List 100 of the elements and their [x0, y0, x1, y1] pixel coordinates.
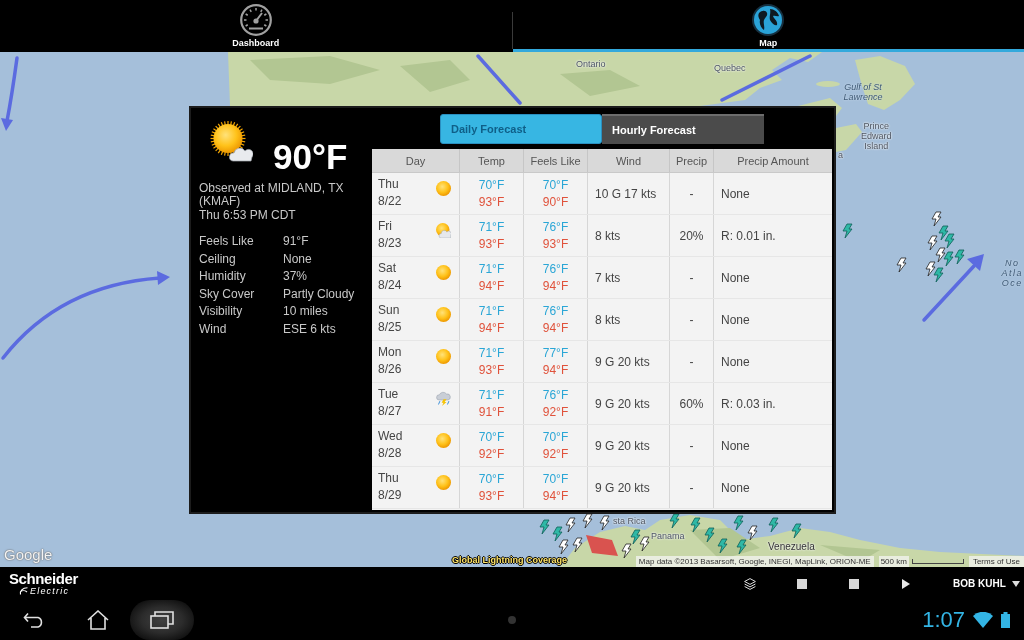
detail-value: Partly Cloudy: [283, 285, 355, 303]
lightning-icon: [747, 525, 758, 541]
precip-amount: None: [721, 312, 750, 327]
detail-value: None: [283, 250, 312, 268]
map-label: Venezuela: [768, 542, 815, 552]
wind-speed: 10 G 17 kts: [595, 186, 657, 201]
lightning-icon: [630, 529, 641, 545]
high-temperature: 91°F: [478, 403, 505, 421]
battery-icon: [1001, 612, 1010, 628]
play-icon: [902, 578, 910, 589]
precip-chance: -: [689, 438, 694, 453]
lightning-icon: [927, 235, 938, 251]
precip-amount: None: [721, 438, 750, 453]
precip-amount: None: [721, 480, 750, 495]
lightning-icon: [791, 523, 802, 539]
map-label: Quebec: [714, 63, 746, 73]
lightning-icon: [768, 517, 779, 533]
layers-icon: [744, 577, 756, 590]
precip-chance: -: [689, 186, 694, 201]
date: 8/25: [378, 319, 402, 336]
feels-like-high: 92°F: [542, 403, 569, 421]
column-header: Feels Like: [530, 154, 581, 167]
lightning-icon: [925, 261, 936, 277]
date: 8/28: [378, 445, 402, 462]
sun-icon: [436, 265, 451, 280]
day-name: Wed: [378, 428, 403, 445]
dot-icon: [508, 616, 516, 624]
forecast-tab[interactable]: Hourly Forecast: [602, 114, 764, 144]
day-name: Tue: [378, 386, 399, 403]
wifi-icon: [973, 612, 993, 628]
wind-speed: 7 kts: [595, 270, 621, 285]
low-temperature: 70°F: [478, 176, 505, 194]
low-temperature: 70°F: [478, 428, 505, 446]
precip-amount: None: [721, 186, 750, 201]
precip-chance: -: [689, 480, 694, 495]
precip-chance: -: [689, 312, 694, 327]
lightning-icon: [933, 267, 944, 283]
lightning-icon: [733, 515, 744, 531]
lightning-icon: [572, 537, 583, 553]
day-name: Sun: [378, 302, 400, 319]
precip-amount: R: 0.03 in.: [721, 396, 776, 411]
map-label: Gulf of St Lawrence: [842, 82, 884, 102]
low-temperature: 71°F: [478, 260, 505, 278]
map-attribution: Map data ©2013 Basarsoft, Google, INEGI, MapLink, ORION-ME: [635, 556, 874, 567]
detail-label: Visibility: [199, 303, 243, 321]
lightning-icon: [669, 513, 680, 529]
map-logo: Google: [4, 546, 53, 563]
detail-value: ESE 6 kts: [283, 320, 336, 338]
feels-like-low: 76°F: [542, 386, 569, 404]
map-label: sta Rica: [613, 516, 646, 526]
detail-label: Ceiling: [199, 250, 236, 268]
day-name: Sat: [378, 260, 396, 277]
observation-time: Thu 6:53 PM CDT: [199, 208, 296, 223]
high-temperature: 94°F: [478, 277, 505, 295]
high-temperature: 93°F: [478, 487, 505, 505]
day-name: Fri: [378, 218, 392, 235]
sun-icon: [436, 307, 451, 322]
map-label: No Atla Oce: [1001, 258, 1023, 288]
stop-icon: [797, 578, 807, 589]
gauge-icon: [239, 4, 272, 36]
lightning-icon: [842, 223, 853, 239]
lightning-icon: [935, 247, 946, 263]
feels-like-low: 70°F: [542, 470, 569, 488]
low-temperature: 70°F: [478, 470, 505, 488]
wind-speed: 9 G 20 kts: [595, 480, 650, 495]
precip-chance: 20%: [679, 228, 704, 243]
high-temperature: 93°F: [478, 361, 505, 379]
globe-icon: [752, 4, 785, 36]
home-icon: [87, 610, 109, 630]
day-name: Thu: [378, 176, 399, 193]
feels-like-low: 76°F: [542, 260, 569, 278]
user-menu[interactable]: BOB KUHL: [932, 567, 1024, 600]
feels-like-high: 92°F: [542, 445, 569, 463]
terms-link[interactable]: Terms of Use: [968, 556, 1024, 567]
map-label: Prince Edward Island: [861, 121, 892, 151]
lightning-icon: [552, 526, 563, 542]
lightning-icon: [565, 517, 576, 533]
sun-icon: [436, 349, 451, 364]
wind-speed: 9 G 20 kts: [595, 354, 650, 369]
precip-chance: 60%: [679, 396, 704, 411]
column-header: Precip: [675, 154, 708, 167]
recents-button[interactable]: [130, 600, 194, 640]
wind-speed: 9 G 20 kts: [595, 396, 650, 411]
logo-subtitle: Electric: [30, 586, 70, 596]
detail-label: Wind: [199, 320, 227, 338]
wind-speed: 8 kts: [595, 312, 621, 327]
current-temperature: 90°F: [273, 138, 348, 176]
scale-label: 500 km: [878, 556, 909, 567]
precip-chance: -: [689, 354, 694, 369]
stop-icon: [849, 578, 859, 589]
caret-icon: [1011, 580, 1020, 587]
column-header: Day: [405, 154, 426, 167]
map-label: Ontario: [576, 59, 606, 69]
high-temperature: 93°F: [478, 193, 505, 211]
high-temperature: 93°F: [478, 235, 505, 253]
detail-value: 91°F: [283, 233, 309, 250]
feels-like-high: 94°F: [542, 361, 569, 379]
precip-chance: -: [689, 270, 694, 285]
recents-icon: [150, 611, 174, 629]
island: [816, 81, 840, 87]
